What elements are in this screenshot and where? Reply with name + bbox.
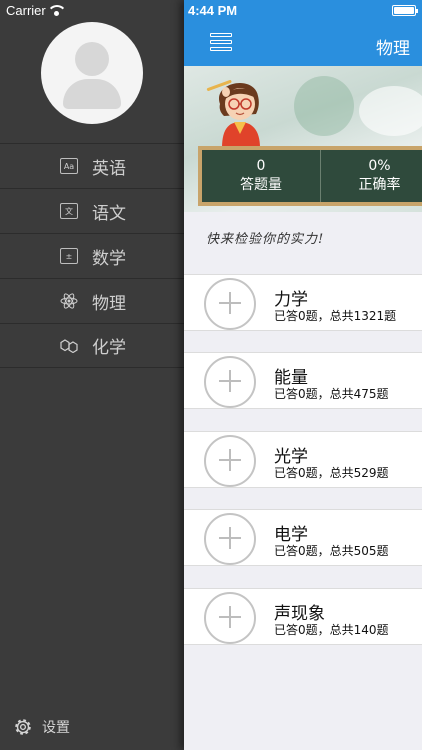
menu-toggle-icon[interactable] xyxy=(210,33,232,51)
topic-row-optics[interactable]: 光学 已答0题，总共529题 xyxy=(184,431,422,488)
battery-icon xyxy=(392,5,418,16)
topic-progress: 已答0题，总共529题 xyxy=(274,466,389,480)
avatar[interactable] xyxy=(41,22,143,124)
menu-item-label: 数学 xyxy=(92,248,126,269)
subject-menu: Aa 英语 文 语文 ± 数学 物理 化学 xyxy=(0,143,184,368)
menu-item-label: 化学 xyxy=(92,338,126,358)
accuracy-value: 0% xyxy=(368,158,391,174)
english-book-icon: Aa xyxy=(60,158,78,174)
page-title: 物理 xyxy=(376,39,410,59)
main-panel: 4:44 PM 物理 0 答题量 0% 正确率 快来检验你的实力! 力学 已答0… xyxy=(184,0,422,750)
menu-item-physics[interactable]: 物理 xyxy=(0,278,184,323)
add-icon xyxy=(204,435,256,487)
status-bar-carrier: Carrier xyxy=(6,3,64,18)
menu-item-math[interactable]: ± 数学 xyxy=(0,233,184,278)
menu-item-label: 物理 xyxy=(92,293,126,314)
teacher-illustration xyxy=(206,80,260,148)
topic-row-mechanics[interactable]: 力学 已答0题，总共1321题 xyxy=(184,274,422,331)
slogan-text: 快来检验你的实力! xyxy=(206,232,325,247)
add-icon xyxy=(204,356,256,408)
menu-item-label: 英语 xyxy=(92,158,126,179)
menu-item-label: 语文 xyxy=(92,203,126,224)
menu-item-english[interactable]: Aa 英语 xyxy=(0,143,184,188)
math-icon: ± xyxy=(60,248,78,264)
stat-answered: 0 答题量 xyxy=(202,150,320,202)
topic-progress: 已答0题，总共475题 xyxy=(274,387,389,401)
menu-item-chinese[interactable]: 文 语文 xyxy=(0,188,184,233)
status-time: 4:44 PM xyxy=(188,3,238,18)
avatar-head-shape xyxy=(75,42,109,76)
add-icon xyxy=(204,513,256,565)
stats-board: 0 答题量 0% 正确率 xyxy=(198,146,422,206)
accuracy-label: 正确率 xyxy=(358,177,401,193)
chemistry-icon xyxy=(60,338,78,354)
topic-progress: 已答0题，总共505题 xyxy=(274,544,389,558)
wifi-icon xyxy=(49,5,64,16)
header-banner: 0 答题量 0% 正确率 xyxy=(184,66,422,212)
add-icon xyxy=(204,278,256,330)
side-drawer: Carrier Aa 英语 文 语文 ± 数学 物理 化学 设置 xyxy=(0,0,184,750)
topic-row-energy[interactable]: 能量 已答0题，总共475题 xyxy=(184,352,422,409)
avatar-body-shape xyxy=(63,79,121,109)
chinese-book-icon: 文 xyxy=(60,203,78,219)
answered-label: 答题量 xyxy=(239,177,282,193)
answered-value: 0 xyxy=(256,158,266,174)
topic-row-electricity[interactable]: 电学 已答0题，总共505题 xyxy=(184,509,422,566)
settings-button[interactable]: 设置 xyxy=(12,716,70,738)
carrier-label: Carrier xyxy=(6,3,46,18)
topic-progress: 已答0题，总共1321题 xyxy=(274,309,397,323)
menu-item-chemistry[interactable]: 化学 xyxy=(0,323,184,368)
gear-icon xyxy=(15,719,31,735)
nav-bar: 4:44 PM 物理 xyxy=(184,0,422,66)
settings-label: 设置 xyxy=(42,720,70,736)
topic-row-sound[interactable]: 声现象 已答0题，总共140题 xyxy=(184,588,422,645)
add-icon xyxy=(204,592,256,644)
topic-progress: 已答0题，总共140题 xyxy=(274,623,389,637)
atom-icon xyxy=(60,293,78,309)
stat-accuracy: 0% 正确率 xyxy=(319,150,422,202)
